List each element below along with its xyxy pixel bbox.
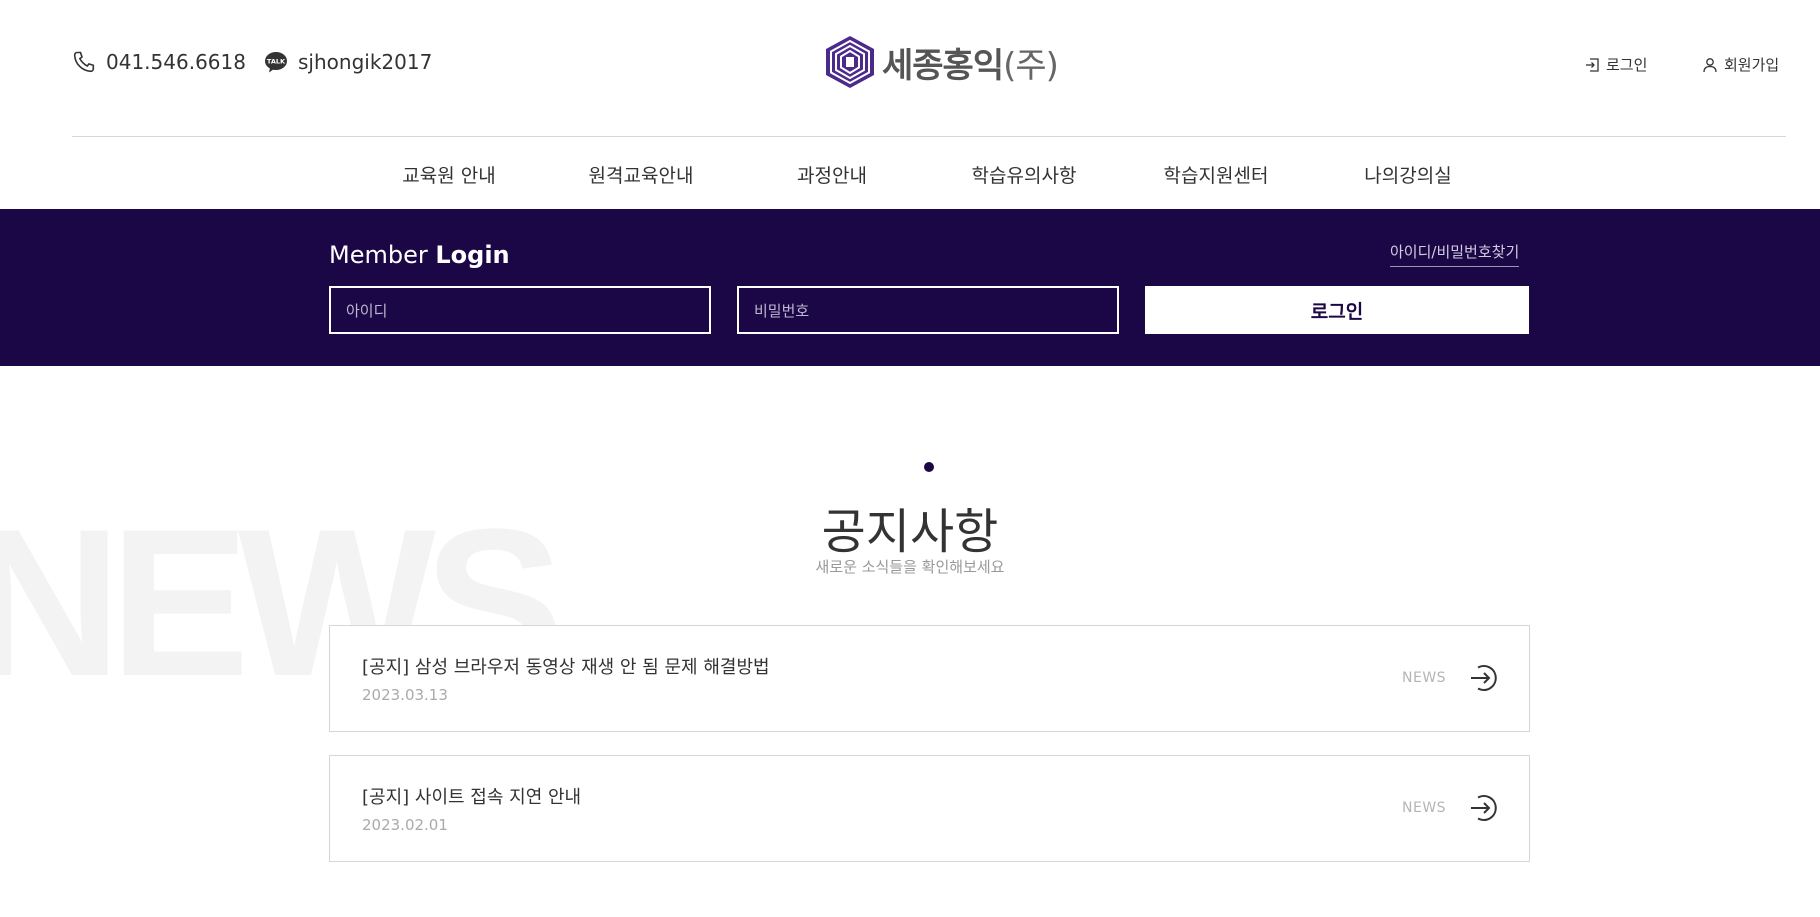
arrow-right-circle-icon[interactable] [1468, 663, 1498, 693]
arrow-right-circle-icon[interactable] [1468, 793, 1498, 823]
site-logo[interactable]: 세종홍익(주) [824, 34, 1059, 90]
kakaotalk-badge: TALK [267, 58, 286, 66]
phone-icon [73, 51, 95, 73]
logo-mark-icon [826, 36, 874, 88]
notice-section-subtitle: 새로운 소식들을 확인해보세요 [815, 558, 1005, 576]
login-submit-button[interactable]: 로그인 [1145, 286, 1529, 334]
nav-item-courses[interactable]: 과정안내 [797, 161, 867, 188]
login-title-bold: Login [435, 241, 510, 269]
password-input-placeholder: 비밀번호 [754, 302, 810, 320]
nav-item-remote-education[interactable]: 원격교육안내 [589, 161, 694, 188]
member-login-section: Member Login 아이디/비밀번호찾기 아이디 비밀번호 로그인 [0, 209, 1820, 366]
login-section-title: Member Login [329, 241, 510, 269]
notice-item[interactable]: [공지] 삼성 브라우저 동영상 재생 안 됨 문제 해결방법 2023.03.… [329, 625, 1530, 732]
site-header: 041.546.6618 TALK sjhongik2017 세종홍익(주) 로… [0, 0, 1820, 136]
notice-tag: NEWS [1402, 670, 1447, 686]
kakaotalk-contact[interactable]: TALK sjhongik2017 [264, 50, 432, 74]
kakao-id: sjhongik2017 [298, 50, 433, 74]
notice-item[interactable]: [공지] 사이트 접속 지연 안내 2023.02.01 NEWS [329, 755, 1530, 862]
header-login-link[interactable]: 로그인 [1584, 54, 1647, 75]
password-input[interactable]: 비밀번호 [737, 286, 1119, 334]
header-join-label: 회원가입 [1724, 56, 1780, 74]
header-join-link[interactable]: 회원가입 [1702, 54, 1779, 75]
notice-title: [공지] 사이트 접속 지연 안내 [362, 787, 582, 808]
header-login-label: 로그인 [1606, 56, 1648, 74]
notice-tag: NEWS [1402, 800, 1447, 816]
find-id-password-link[interactable]: 아이디/비밀번호찾기 [1390, 241, 1520, 267]
id-input[interactable]: 아이디 [329, 286, 711, 334]
logo-text: 세종홍익(주) [882, 38, 1059, 87]
notice-title: [공지] 삼성 브라우저 동영상 재생 안 됨 문제 해결방법 [362, 657, 770, 678]
notice-section-title: 공지사항 [821, 504, 999, 560]
login-title-light: Member [329, 241, 436, 269]
logo-name: 세종홍익 [882, 45, 1004, 86]
nav-item-my-classroom[interactable]: 나의강의실 [1364, 161, 1451, 188]
login-icon [1586, 57, 1599, 72]
id-input-placeholder: 아이디 [346, 302, 388, 320]
nav-item-study-notes[interactable]: 학습유의사항 [972, 161, 1077, 188]
notice-date: 2023.03.13 [362, 686, 448, 704]
nav-item-about[interactable]: 교육원 안내 [402, 161, 495, 188]
kakaotalk-icon: TALK [265, 52, 287, 73]
phone-contact[interactable]: 041.546.6618 [72, 50, 246, 74]
notice-date: 2023.02.01 [362, 816, 448, 834]
section-dot [924, 462, 934, 472]
logo-suffix: (주) [1003, 45, 1059, 86]
user-icon [1703, 57, 1717, 72]
nav-item-support-center[interactable]: 학습지원센터 [1164, 161, 1269, 188]
main-nav: 교육원 안내 원격교육안내 과정안내 학습유의사항 학습지원센터 나의강의실 [0, 137, 1820, 209]
phone-number: 041.546.6618 [106, 50, 246, 74]
